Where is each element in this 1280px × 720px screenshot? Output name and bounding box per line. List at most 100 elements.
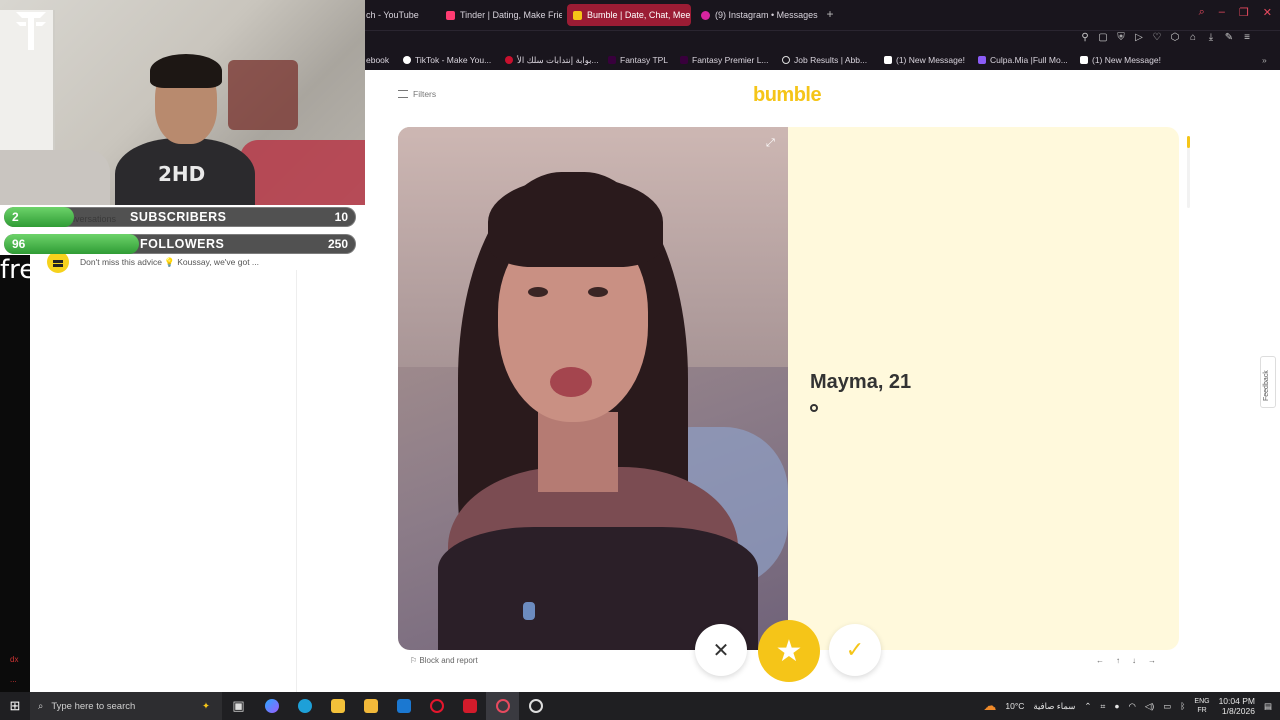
profile-name-age: Mayma, 21 bbox=[810, 371, 912, 393]
profile-card[interactable]: ⤢ Mayma, 21 bbox=[398, 127, 1179, 650]
link-icon bbox=[782, 56, 790, 64]
bookmark-item[interactable]: Fantasy Premier L... bbox=[680, 53, 769, 67]
photo-pendant bbox=[523, 602, 535, 620]
minimize-icon[interactable]: – bbox=[1219, 6, 1225, 19]
chat-preview[interactable]: Don't miss this advice 💡 Koussay, we've … bbox=[80, 257, 259, 268]
profile-photo[interactable]: ⤢ bbox=[398, 127, 788, 650]
bumble-chat-avatar[interactable] bbox=[47, 251, 69, 273]
opera-icon[interactable] bbox=[420, 692, 453, 720]
wifi-icon[interactable]: ◠ bbox=[1128, 701, 1135, 712]
clock-date: 1/8/2026 bbox=[1221, 706, 1255, 716]
chat-list-panel bbox=[0, 205, 365, 692]
mail-icon[interactable] bbox=[387, 692, 420, 720]
tab-bumble[interactable]: Bumble | Date, Chat, Mee bbox=[567, 4, 691, 26]
bookmarks-overflow-icon[interactable]: » bbox=[1262, 53, 1267, 67]
bumble-icon bbox=[573, 10, 582, 20]
column-divider bbox=[296, 270, 297, 692]
volume-icon[interactable]: ◁) bbox=[1145, 701, 1154, 712]
bookmark-label: ebook bbox=[366, 55, 390, 65]
extensions-icon[interactable]: ⬡ bbox=[1170, 33, 1180, 43]
premier-league-icon bbox=[608, 56, 616, 64]
opera-gx-icon[interactable] bbox=[486, 692, 519, 720]
bookmark-label: Fantasy TPL bbox=[620, 55, 669, 65]
maximize-icon[interactable]: ❐ bbox=[1239, 6, 1249, 19]
webcam-overlay: 2HD bbox=[0, 0, 365, 205]
pass-button[interactable]: ✕ bbox=[695, 624, 747, 676]
bookmark-item[interactable]: ebook bbox=[366, 53, 389, 67]
lang-top: ENG bbox=[1194, 698, 1210, 705]
search-icon: ⌕ bbox=[38, 700, 44, 712]
feedback-tab[interactable]: Feedback bbox=[1260, 356, 1276, 408]
tunisia-flag-icon bbox=[505, 56, 513, 64]
hoodie-print: 2HD bbox=[158, 162, 206, 186]
wallet-icon[interactable]: ⌂ bbox=[1188, 33, 1198, 43]
bookmark-item[interactable]: (1) New Message! bbox=[884, 53, 965, 67]
arrow-left-icon: ← bbox=[1096, 656, 1104, 665]
bumble-logo[interactable]: bumble bbox=[753, 84, 822, 107]
block-report-link[interactable]: ⚐ Block and report bbox=[410, 656, 478, 665]
window-controls: ⌕ – ❐ ✕ bbox=[1199, 6, 1272, 19]
bookmark-label: Culpa.Mia |Full Mo... bbox=[990, 55, 1068, 65]
expand-icon[interactable]: ⤢ bbox=[766, 137, 778, 149]
superswipe-button[interactable]: ★ bbox=[758, 620, 820, 682]
followers-label: FOLLOWERS bbox=[140, 237, 225, 251]
bookmark-item[interactable]: Culpa.Mia |Full Mo... bbox=[978, 53, 1068, 67]
chatgpt-icon[interactable] bbox=[519, 692, 552, 720]
notification-icon[interactable]: ▤ bbox=[1264, 701, 1272, 712]
like-button[interactable]: ✓ bbox=[829, 624, 881, 676]
ai-icon[interactable]: ✎ bbox=[1224, 33, 1234, 43]
weather-icon: ☁ bbox=[983, 698, 997, 713]
new-tab-plus-icon[interactable]: + bbox=[824, 8, 836, 20]
message-icon bbox=[884, 56, 892, 64]
download-icon[interactable]: ⤓ bbox=[1206, 33, 1216, 43]
message-icon bbox=[1080, 56, 1088, 64]
hair bbox=[150, 54, 222, 88]
lang-bottom: FR bbox=[1197, 707, 1207, 714]
tab-instagram[interactable]: (9) Instagram • Messages bbox=[695, 4, 820, 26]
microphone-icon[interactable]: ● bbox=[1114, 701, 1119, 711]
filters-button[interactable]: Filters bbox=[398, 89, 436, 99]
bookmark-item[interactable]: TikTok - Make You... bbox=[403, 53, 491, 67]
store-icon[interactable] bbox=[354, 692, 387, 720]
clock[interactable]: 10:04 PM 1/8/2026 bbox=[1219, 696, 1255, 716]
display-icon[interactable]: ▭ bbox=[1163, 701, 1171, 712]
heart-icon[interactable]: ♡ bbox=[1152, 33, 1162, 43]
pin-icon[interactable]: ⚲ bbox=[1080, 33, 1090, 43]
network-icon[interactable]: ⌗ bbox=[1101, 701, 1106, 712]
weather-temp[interactable]: 10°C bbox=[1005, 701, 1024, 711]
windows-start-icon[interactable]: ⊞ bbox=[0, 692, 30, 720]
language-indicator[interactable]: ENG FR bbox=[1194, 697, 1209, 715]
bookmark-item[interactable]: (1) New Message! bbox=[1080, 53, 1161, 67]
chevron-up-icon[interactable]: ⌃ bbox=[1084, 701, 1091, 712]
taskbar-search[interactable]: ⌕ Type here to search ✦ bbox=[30, 692, 222, 720]
player-icon[interactable]: ▷ bbox=[1134, 33, 1144, 43]
task-view-icon[interactable]: ▣ bbox=[222, 692, 255, 720]
file-explorer-icon[interactable] bbox=[321, 692, 354, 720]
bluetooth-icon[interactable]: ᛒ bbox=[1180, 701, 1185, 711]
photo-bangs bbox=[488, 177, 663, 267]
copilot-icon[interactable] bbox=[255, 692, 288, 720]
menu-icon[interactable]: ≡ bbox=[1242, 33, 1252, 43]
edge-icon[interactable] bbox=[288, 692, 321, 720]
close-icon[interactable]: ✕ bbox=[1263, 6, 1272, 19]
overlay-dots: ... bbox=[10, 675, 17, 684]
bookmark-label: TikTok - Make You... bbox=[415, 55, 492, 65]
shield-icon[interactable]: ⛨ bbox=[1116, 33, 1126, 43]
overlay-strip: fre dx ... bbox=[0, 255, 35, 692]
photo-neck bbox=[538, 412, 618, 492]
bookmark-item[interactable]: Job Results | Abb... bbox=[782, 53, 867, 67]
bookmark-item[interactable]: بوابة إنتدابات سلك الأ... bbox=[505, 53, 599, 67]
bookmark-item[interactable]: Fantasy TPL bbox=[608, 53, 668, 67]
premier-league-icon bbox=[680, 56, 688, 64]
wps-icon[interactable] bbox=[453, 692, 486, 720]
search-tabs-icon[interactable]: ⌕ bbox=[1199, 6, 1205, 19]
star-icon: ★ bbox=[775, 634, 803, 668]
screenshot-icon[interactable]: ▢ bbox=[1098, 33, 1108, 43]
subscribers-label: SUBSCRIBERS bbox=[130, 210, 227, 224]
weather-text[interactable]: سماء صافية bbox=[1033, 701, 1075, 712]
keyboard-hints: ← ↑ ↓ → bbox=[1096, 656, 1156, 665]
tab-tinder[interactable]: Tinder | Dating, Make Frie bbox=[440, 4, 562, 26]
tab-youtube[interactable]: ch - YouTube bbox=[360, 4, 440, 26]
scrollbar-thumb[interactable] bbox=[1187, 136, 1190, 148]
photo-eye bbox=[588, 287, 608, 297]
